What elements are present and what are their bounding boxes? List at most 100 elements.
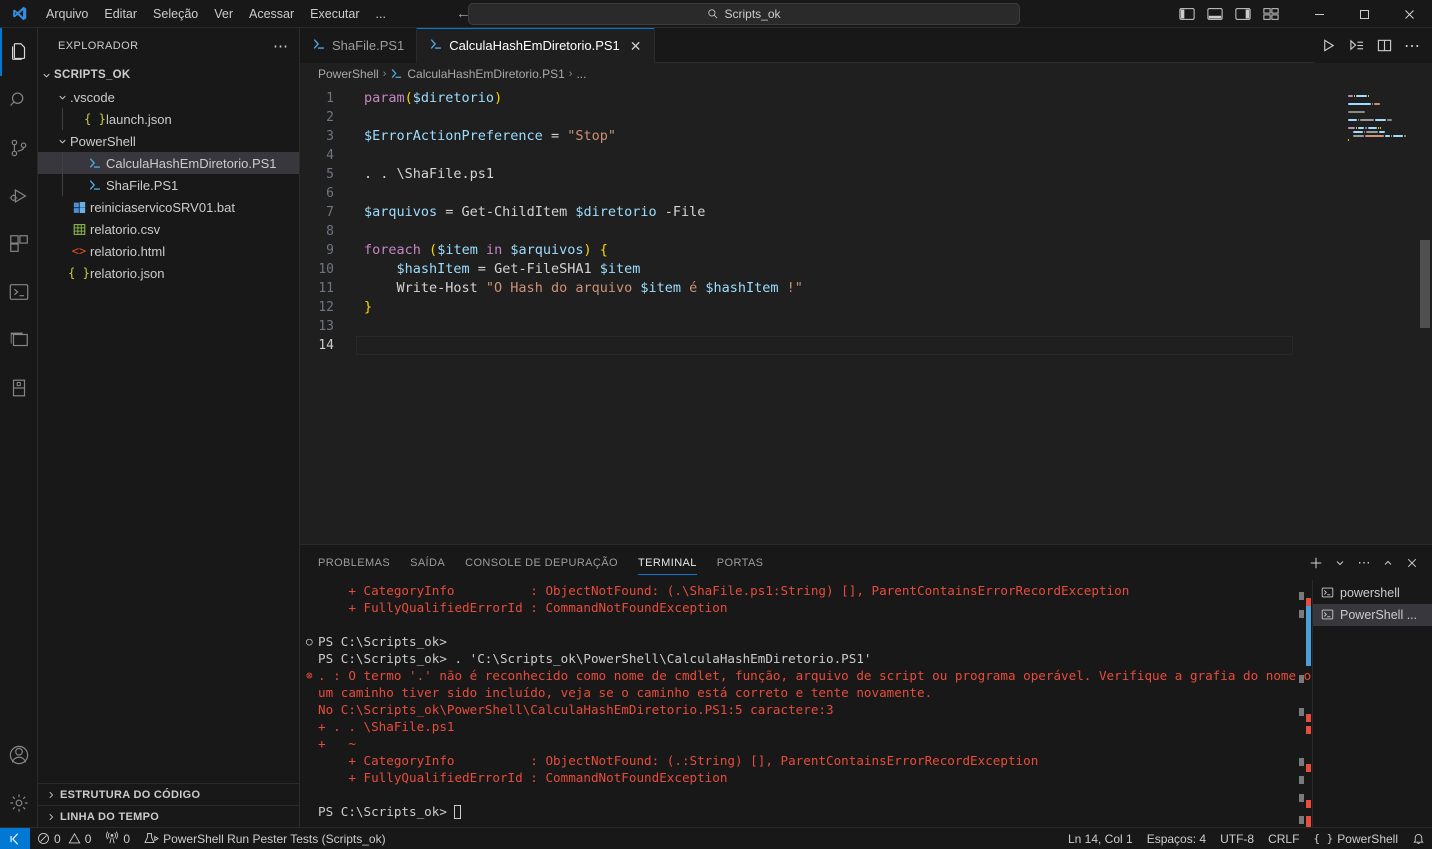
toggle-panel-icon[interactable] — [1202, 0, 1228, 28]
tab-portas[interactable]: PORTAS — [707, 545, 774, 580]
sidebar-item-run-and-debug[interactable] — [0, 172, 38, 220]
menu-selecao[interactable]: Seleção — [145, 4, 206, 24]
error-icon — [37, 832, 50, 846]
code-line[interactable]: $hashItem = Get-FileSHA1 $item — [356, 260, 1432, 279]
search-input[interactable]: Scripts_ok — [724, 7, 780, 21]
sidebar-item-database[interactable] — [0, 364, 38, 412]
code-line[interactable] — [356, 184, 1432, 203]
tree-item-powershell-folder[interactable]: PowerShell — [38, 130, 299, 152]
tab-console-de-depuracao[interactable]: CONSOLE DE DEPURAÇÃO — [455, 545, 628, 580]
tree-item-relatorio-csv[interactable]: relatorio.csv — [38, 218, 299, 240]
editor-scrollbar[interactable] — [1420, 240, 1430, 328]
section-linha-do-tempo[interactable]: LINHA DO TEMPO — [38, 805, 299, 827]
code-line[interactable] — [356, 146, 1432, 165]
tree-item-relatorio-json[interactable]: { } relatorio.json — [38, 262, 299, 284]
customize-layout-icon[interactable] — [1258, 0, 1284, 28]
status-eol[interactable]: CRLF — [1261, 828, 1306, 849]
tab-terminal[interactable]: TERMINAL — [628, 545, 707, 580]
terminal-list-item-powershell[interactable]: powershell — [1313, 582, 1432, 604]
split-editor-button[interactable] — [1370, 28, 1398, 63]
code-editor[interactable]: 1 2 3 4 5 6 7 8 9 10 11 12 13 14 param($diretorio) $E… — [300, 85, 1432, 544]
sidebar-item-powershell[interactable] — [0, 268, 38, 316]
breadcrumb-item-powershell[interactable]: PowerShell — [318, 67, 379, 81]
run-selection-button[interactable] — [1342, 28, 1370, 63]
windows-icon — [70, 201, 88, 214]
close-icon[interactable]: ✕ — [630, 39, 642, 53]
sidebar-item-extensions[interactable] — [0, 220, 38, 268]
minimap-line — [1348, 139, 1410, 142]
scrollbar-decoration — [1299, 592, 1304, 600]
panel-more-actions-button[interactable]: ⋯ — [1352, 545, 1376, 580]
remote-indicator-icon[interactable] — [0, 827, 30, 849]
sidebar-item-remote-explorer[interactable] — [0, 316, 38, 364]
menu-ver[interactable]: Ver — [206, 4, 241, 24]
tree-item-relatorio-html[interactable]: <> relatorio.html — [38, 240, 299, 262]
code-line[interactable]: . . \ShaFile.ps1 — [356, 165, 1432, 184]
sidebar-item-search[interactable] — [0, 76, 38, 124]
line-number: 11 — [318, 281, 334, 296]
code-line[interactable] — [356, 336, 1293, 355]
tree-item-scripts-ok[interactable]: SCRIPTS_OK — [38, 64, 299, 86]
code-line[interactable]: param($diretorio) — [356, 89, 1432, 108]
title-bar: Arquivo Editar Seleção Ver Acessar Execu… — [0, 0, 1432, 28]
scrollbar-decoration — [1306, 726, 1311, 734]
status-indentation[interactable]: Espaços: 4 — [1140, 828, 1213, 849]
code-line[interactable] — [356, 222, 1432, 241]
status-pester-tests[interactable]: PowerShell Run Pester Tests (Scripts_ok) — [137, 828, 393, 849]
terminal-output[interactable]: + CategoryInfo : ObjectNotFound: (.\ShaF… — [300, 580, 1312, 827]
accounts-button[interactable] — [0, 731, 38, 779]
code-line[interactable]: } — [356, 298, 1432, 317]
code-content[interactable]: param($diretorio) $ErrorActionPreference… — [356, 85, 1432, 544]
status-notifications[interactable] — [1405, 828, 1432, 849]
code-line[interactable]: foreach ($item in $arquivos) { — [356, 241, 1432, 260]
menu-acessar[interactable]: Acessar — [241, 4, 302, 24]
tab-saida[interactable]: SAÍDA — [400, 545, 455, 580]
menu-more[interactable]: ... — [368, 4, 394, 24]
tree-item-vscode[interactable]: .vscode — [38, 86, 299, 108]
breadcrumb-item-more[interactable]: ... — [576, 67, 586, 81]
terminal-list-item-powershell-ext[interactable]: PowerShell ... — [1313, 604, 1432, 626]
toggle-secondary-sidebar-icon[interactable] — [1230, 0, 1256, 28]
tab-shafile-ps1[interactable]: ShaFile.PS1 — [300, 28, 418, 63]
code-line[interactable]: Write-Host "O Hash do arquivo $item é $h… — [356, 279, 1432, 298]
code-line[interactable] — [356, 317, 1432, 336]
breadcrumb-item-file[interactable]: CalculaHashEmDiretorio.PS1 — [390, 67, 565, 81]
run-file-button[interactable] — [1314, 28, 1342, 63]
tree-item-reiniciaservico-bat[interactable]: reiniciaservicoSRV01.bat — [38, 196, 299, 218]
toggle-primary-sidebar-icon[interactable] — [1174, 0, 1200, 28]
status-encoding[interactable]: UTF-8 — [1213, 828, 1261, 849]
terminal-scrollbar[interactable] — [1298, 580, 1312, 827]
menu-arquivo[interactable]: Arquivo — [38, 4, 96, 24]
maximize-panel-button[interactable] — [1376, 545, 1400, 580]
terminal-profile-dropdown[interactable] — [1328, 545, 1352, 580]
manage-settings-button[interactable] — [0, 779, 38, 827]
tree-item-shafile[interactable]: ShaFile.PS1 — [38, 174, 299, 196]
minimize-button[interactable] — [1297, 0, 1342, 28]
minimap[interactable] — [1348, 95, 1410, 151]
menu-editar[interactable]: Editar — [96, 4, 145, 24]
tree-item-label: .vscode — [70, 89, 115, 105]
code-line[interactable] — [356, 108, 1432, 127]
ellipsis-icon[interactable]: ⋯ — [273, 37, 289, 55]
status-cursor-position[interactable]: Ln 14, Col 1 — [1061, 828, 1140, 849]
status-language-mode[interactable]: { } PowerShell — [1306, 828, 1405, 849]
menu-executar[interactable]: Executar — [302, 4, 367, 24]
section-estrutura-do-codigo[interactable]: ESTRUTURA DO CÓDIGO — [38, 783, 299, 805]
command-center-search[interactable]: Scripts_ok — [468, 2, 1020, 25]
close-panel-button[interactable] — [1400, 545, 1424, 580]
tab-calculahashemdiretorio-ps1[interactable]: CalculaHashEmDiretorio.PS1 ✕ — [417, 28, 655, 63]
sidebar-item-source-control[interactable] — [0, 124, 38, 172]
sidebar-item-explorer[interactable] — [0, 28, 38, 76]
close-button[interactable] — [1387, 0, 1432, 28]
maximize-button[interactable] — [1342, 0, 1387, 28]
tree-item-calculahashemdiretorio[interactable]: CalculaHashEmDiretorio.PS1 — [38, 152, 299, 174]
new-terminal-button[interactable] — [1304, 545, 1328, 580]
code-line[interactable]: $arquivos = Get-ChildItem $diretorio -Fi… — [356, 203, 1432, 222]
status-ports[interactable]: 0 — [98, 828, 137, 849]
code-line[interactable]: $ErrorActionPreference = "Stop" — [356, 127, 1432, 146]
tab-problemas[interactable]: PROBLEMAS — [308, 545, 400, 580]
more-actions-button[interactable]: ⋯ — [1398, 28, 1426, 63]
tree-item-launch-json[interactable]: { } launch.json — [38, 108, 299, 130]
status-errors-warnings[interactable]: 0 0 — [30, 828, 98, 849]
